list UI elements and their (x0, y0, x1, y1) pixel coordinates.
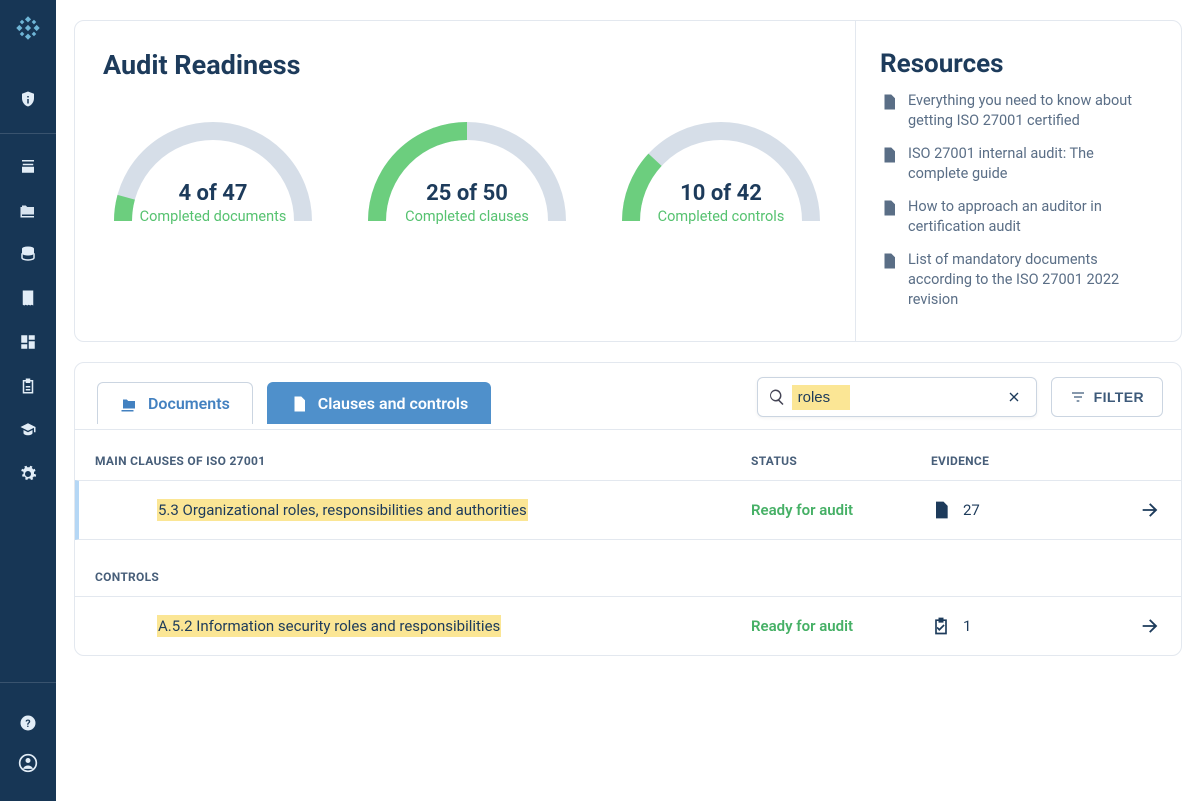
resources-title: Resources (880, 49, 1157, 79)
sidebar-nav (0, 64, 56, 496)
documents-icon (120, 395, 138, 413)
row-name: 5.3 Organizational roles, responsibiliti… (95, 501, 751, 519)
close-icon (1006, 389, 1022, 405)
sidebar-item-security[interactable] (0, 64, 56, 134)
audit-readiness-card: Audit Readiness 4 of 47 Completed docume… (74, 20, 1182, 342)
section-header-clauses: MAIN CLAUSES OF ISO 27001 STATUS EVIDENC… (75, 430, 1181, 480)
tabs: Documents Clauses and controls (97, 382, 491, 424)
sidebar-item-settings[interactable] (0, 452, 56, 496)
svg-text:?: ? (25, 717, 30, 730)
section-header-controls: CONTROLS (75, 540, 1181, 596)
page-title: Audit Readiness (103, 49, 831, 81)
resource-link[interactable]: Everything you need to know about gettin… (880, 91, 1157, 130)
open-row-button[interactable] (1131, 499, 1161, 521)
resources-panel: Resources Everything you need to know ab… (855, 21, 1181, 341)
search-box[interactable] (757, 377, 1037, 417)
sidebar-item-inbox[interactable] (0, 144, 56, 188)
sidebar-item-account[interactable] (0, 743, 56, 783)
evidence-count: 27 (963, 501, 980, 519)
gauge-count: 25 of 50 (357, 181, 577, 206)
file-icon (931, 500, 951, 520)
clause-row[interactable]: 5.3 Organizational roles, responsibiliti… (75, 480, 1181, 540)
gauge-documents: 4 of 47 Completed documents (103, 101, 323, 231)
arrow-right-icon (1139, 615, 1161, 637)
filter-icon (1070, 389, 1086, 405)
sidebar-item-clipboard[interactable] (0, 364, 56, 408)
gauge-count: 10 of 42 (611, 181, 831, 206)
open-row-button[interactable] (1131, 615, 1161, 637)
clauses-icon (290, 395, 308, 413)
clauses-card: Documents Clauses and controls F (74, 362, 1182, 656)
evidence-count: 1 (963, 617, 971, 635)
sidebar-item-training[interactable] (0, 408, 56, 452)
tab-clauses-controls[interactable]: Clauses and controls (267, 382, 491, 424)
file-icon (880, 93, 898, 111)
row-status: Ready for audit (751, 501, 931, 519)
sidebar-item-receipt[interactable] (0, 276, 56, 320)
gauge-controls: 10 of 42 Completed controls (611, 101, 831, 231)
resource-link[interactable]: How to approach an auditor in certificat… (880, 197, 1157, 236)
filter-button[interactable]: FILTER (1051, 377, 1163, 417)
arrow-right-icon (1139, 499, 1161, 521)
task-icon (931, 616, 951, 636)
resource-text: List of mandatory documents according to… (908, 250, 1157, 309)
resource-link[interactable]: List of mandatory documents according to… (880, 250, 1157, 309)
sidebar-item-help[interactable]: ? (0, 703, 56, 743)
resource-text: ISO 27001 internal audit: The complete g… (908, 144, 1157, 183)
tab-label: Clauses and controls (318, 394, 468, 413)
app-logo (14, 14, 42, 42)
column-header-evidence: EVIDENCE (931, 454, 1161, 468)
readiness-panel: Audit Readiness 4 of 47 Completed docume… (75, 21, 855, 341)
column-header-name: MAIN CLAUSES OF ISO 27001 (95, 454, 751, 468)
sidebar-footer: ? (0, 682, 56, 801)
file-icon (880, 199, 898, 217)
sidebar-item-dashboard[interactable] (0, 320, 56, 364)
resource-text: Everything you need to know about gettin… (908, 91, 1157, 130)
gauge-label: Completed controls (611, 208, 831, 225)
tab-label: Documents (148, 394, 230, 413)
row-name: A.5.2 Information security roles and res… (95, 617, 751, 635)
filter-label: FILTER (1094, 389, 1144, 405)
sidebar-item-database[interactable] (0, 232, 56, 276)
toolbar: Documents Clauses and controls F (75, 363, 1181, 430)
resource-link[interactable]: ISO 27001 internal audit: The complete g… (880, 144, 1157, 183)
control-row[interactable]: A.5.2 Information security roles and res… (75, 596, 1181, 655)
row-status: Ready for audit (751, 617, 931, 635)
search-input[interactable] (792, 385, 850, 410)
search-icon (768, 388, 786, 406)
sidebar-item-folders[interactable] (0, 188, 56, 232)
clear-search-button[interactable] (1002, 385, 1026, 409)
column-header-status: STATUS (751, 454, 931, 468)
sidebar: ? (0, 0, 56, 801)
row-evidence: 1 (931, 616, 1131, 636)
resource-text: How to approach an auditor in certificat… (908, 197, 1157, 236)
gauge-label: Completed documents (103, 208, 323, 225)
column-header-name: CONTROLS (95, 570, 751, 584)
file-icon (880, 252, 898, 270)
tab-documents[interactable]: Documents (97, 382, 253, 424)
file-icon (880, 146, 898, 164)
gauge-count: 4 of 47 (103, 181, 323, 206)
main-content: Audit Readiness 4 of 47 Completed docume… (56, 0, 1200, 801)
gauges-row: 4 of 47 Completed documents (103, 101, 831, 231)
row-evidence: 27 (931, 500, 1131, 520)
gauge-label: Completed clauses (357, 208, 577, 225)
gauge-clauses: 25 of 50 Completed clauses (357, 101, 577, 231)
